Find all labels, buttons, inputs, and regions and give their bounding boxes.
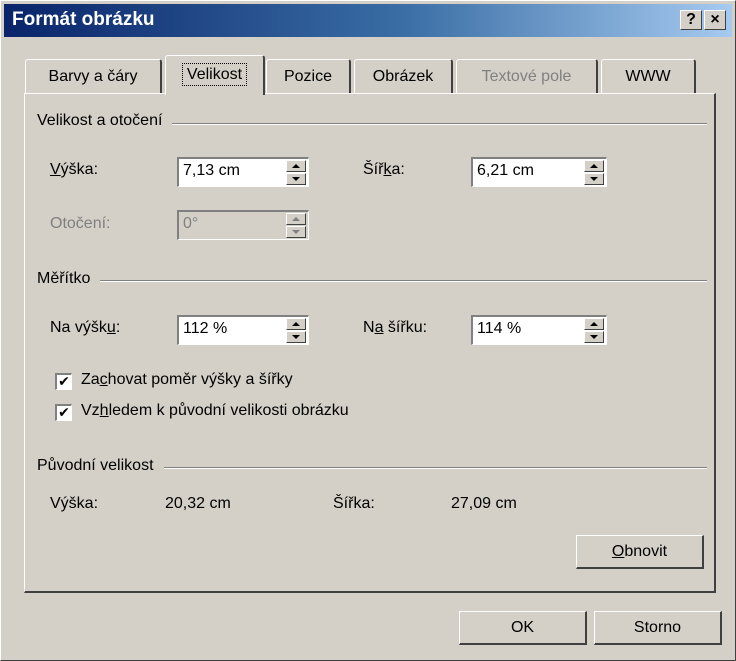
height-label: Výška: xyxy=(50,161,99,178)
tab-picture[interactable]: Obrázek xyxy=(354,59,453,94)
cancel-button[interactable]: Storno xyxy=(594,611,722,645)
width-value: 6,21 cm xyxy=(477,162,534,179)
lock-aspect-ratio-checkbox[interactable]: ✔ xyxy=(55,373,72,390)
tab-panel-size: Velikost a otočení Výška: 7,13 cm Šířka:… xyxy=(24,93,716,593)
ok-button[interactable]: OK xyxy=(459,611,587,645)
reset-button[interactable]: Obnovit xyxy=(576,535,704,569)
group-original-size-label: Původní velikost xyxy=(37,457,164,475)
arrow-up-icon xyxy=(590,322,598,326)
width-down-button[interactable] xyxy=(584,173,604,185)
width-spinner[interactable]: 6,21 cm xyxy=(471,157,607,187)
original-height-label: Výška: xyxy=(50,495,99,512)
width-label: Šířka: xyxy=(363,161,405,178)
format-picture-dialog: Formát obrázku ? × Barvy a čáry Velikost… xyxy=(0,0,736,661)
lock-aspect-ratio-label[interactable]: Zachovat poměr výšky a šířky xyxy=(81,371,293,389)
group-separator xyxy=(37,280,707,282)
tab-size[interactable]: Velikost xyxy=(165,55,265,95)
arrow-up-icon xyxy=(292,322,300,326)
tab-label: Velikost xyxy=(181,63,248,86)
arrow-up-icon xyxy=(590,164,598,168)
tab-position[interactable]: Pozice xyxy=(266,59,351,94)
group-scale-label: Měřítko xyxy=(37,270,101,288)
tab-text-box: Textové pole xyxy=(456,59,598,94)
tab-label: Pozice xyxy=(283,68,333,85)
scale-width-label: Na šířku: xyxy=(363,319,428,336)
height-spinner[interactable]: 7,13 cm xyxy=(177,157,309,187)
original-height-value: 20,32 cm xyxy=(165,495,231,512)
scale-width-value: 114 % xyxy=(477,320,522,337)
tab-web[interactable]: WWW xyxy=(601,59,696,94)
scale-width-spinner[interactable]: 114 % xyxy=(471,315,607,345)
relative-to-original-checkbox[interactable]: ✔ xyxy=(55,404,72,421)
tab-label: Barvy a čáry xyxy=(48,68,138,85)
tab-label: Textové pole xyxy=(481,68,572,85)
scale-height-spinner[interactable]: 112 % xyxy=(177,315,309,345)
original-width-label: Šířka: xyxy=(333,495,375,512)
tab-colors-lines[interactable]: Barvy a čáry xyxy=(25,59,162,94)
scale-width-down-button[interactable] xyxy=(584,331,604,343)
rotation-value: 0° xyxy=(183,215,199,232)
height-value: 7,13 cm xyxy=(183,162,240,179)
rotation-spinner: 0° xyxy=(177,210,309,240)
rotation-label: Otočení: xyxy=(50,215,111,232)
arrow-up-icon xyxy=(292,217,300,221)
scale-height-label: Na výšku: xyxy=(50,319,121,336)
arrow-down-icon xyxy=(590,335,598,339)
scale-height-up-button[interactable] xyxy=(286,318,306,330)
tab-label: Obrázek xyxy=(372,68,434,85)
title-bar[interactable]: Formát obrázku ? × xyxy=(4,4,732,37)
dialog-title: Formát obrázku xyxy=(12,9,155,30)
scale-height-value: 112 % xyxy=(183,320,228,337)
scale-width-up-button[interactable] xyxy=(584,318,604,330)
arrow-down-icon xyxy=(590,177,598,181)
rotation-down-button xyxy=(286,226,306,238)
arrow-down-icon xyxy=(292,177,300,181)
original-width-value: 27,09 cm xyxy=(451,495,517,512)
rotation-up-button xyxy=(286,213,306,225)
arrow-up-icon xyxy=(292,164,300,168)
tab-label: WWW xyxy=(625,68,671,85)
height-up-button[interactable] xyxy=(286,160,306,172)
width-up-button[interactable] xyxy=(584,160,604,172)
close-button[interactable]: × xyxy=(704,10,726,30)
height-down-button[interactable] xyxy=(286,173,306,185)
help-button[interactable]: ? xyxy=(680,10,702,30)
group-size-rotation-label: Velikost a otočení xyxy=(37,112,173,130)
scale-height-down-button[interactable] xyxy=(286,331,306,343)
arrow-down-icon xyxy=(292,230,300,234)
relative-to-original-label[interactable]: Vzhledem k původní velikosti obrázku xyxy=(81,402,349,420)
arrow-down-icon xyxy=(292,335,300,339)
